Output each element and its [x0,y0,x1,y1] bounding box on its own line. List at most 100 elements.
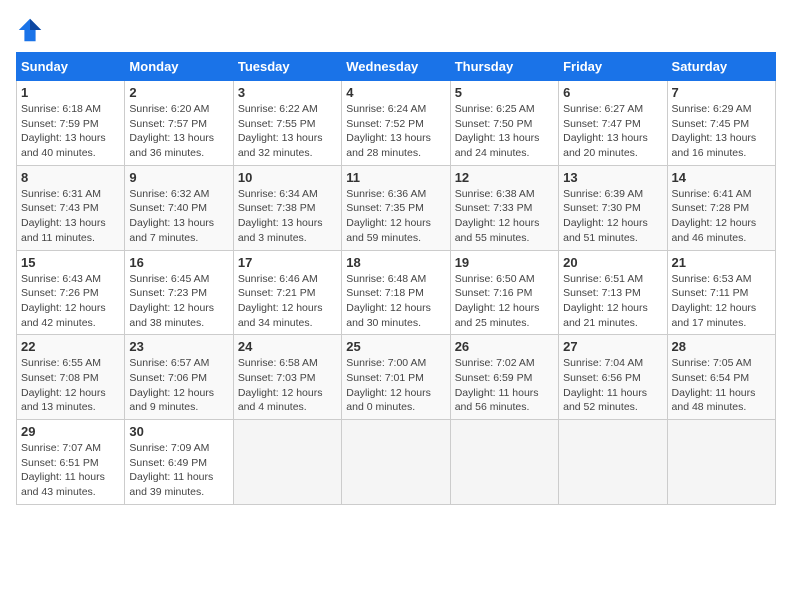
calendar-cell: 29 Sunrise: 7:07 AM Sunset: 6:51 PM Dayl… [17,420,125,505]
sunset-text: Sunset: 6:59 PM [455,371,554,386]
day-number: 2 [129,85,228,100]
day-number: 18 [346,255,445,270]
calendar-cell: 28 Sunrise: 7:05 AM Sunset: 6:54 PM Dayl… [667,335,775,420]
day-number: 30 [129,424,228,439]
calendar-cell: 7 Sunrise: 6:29 AM Sunset: 7:45 PM Dayli… [667,81,775,166]
sunset-text: Sunset: 7:30 PM [563,201,662,216]
day-number: 6 [563,85,662,100]
day-detail: Sunrise: 6:27 AM Sunset: 7:47 PM Dayligh… [563,102,662,161]
sunrise-text: Sunrise: 6:22 AM [238,102,337,117]
sunset-text: Sunset: 7:13 PM [563,286,662,301]
sunset-text: Sunset: 7:11 PM [672,286,771,301]
header-saturday: Saturday [667,53,775,81]
sunset-text: Sunset: 7:57 PM [129,117,228,132]
day-detail: Sunrise: 6:39 AM Sunset: 7:30 PM Dayligh… [563,187,662,246]
day-detail: Sunrise: 6:34 AM Sunset: 7:38 PM Dayligh… [238,187,337,246]
calendar-cell: 26 Sunrise: 7:02 AM Sunset: 6:59 PM Dayl… [450,335,558,420]
daylight-text: Daylight: 12 hours and 13 minutes. [21,386,120,415]
daylight-text: Daylight: 13 hours and 40 minutes. [21,131,120,160]
header-wednesday: Wednesday [342,53,450,81]
day-detail: Sunrise: 6:32 AM Sunset: 7:40 PM Dayligh… [129,187,228,246]
day-detail: Sunrise: 6:29 AM Sunset: 7:45 PM Dayligh… [672,102,771,161]
sunrise-text: Sunrise: 7:02 AM [455,356,554,371]
day-number: 14 [672,170,771,185]
calendar-cell: 13 Sunrise: 6:39 AM Sunset: 7:30 PM Dayl… [559,165,667,250]
sunrise-text: Sunrise: 6:45 AM [129,272,228,287]
sunset-text: Sunset: 6:54 PM [672,371,771,386]
header-thursday: Thursday [450,53,558,81]
day-detail: Sunrise: 6:24 AM Sunset: 7:52 PM Dayligh… [346,102,445,161]
sunset-text: Sunset: 6:51 PM [21,456,120,471]
sunrise-text: Sunrise: 6:31 AM [21,187,120,202]
daylight-text: Daylight: 12 hours and 21 minutes. [563,301,662,330]
day-detail: Sunrise: 7:04 AM Sunset: 6:56 PM Dayligh… [563,356,662,415]
sunset-text: Sunset: 7:21 PM [238,286,337,301]
calendar-cell: 20 Sunrise: 6:51 AM Sunset: 7:13 PM Dayl… [559,250,667,335]
day-number: 11 [346,170,445,185]
calendar-cell: 3 Sunrise: 6:22 AM Sunset: 7:55 PM Dayli… [233,81,341,166]
day-number: 13 [563,170,662,185]
day-detail: Sunrise: 6:43 AM Sunset: 7:26 PM Dayligh… [21,272,120,331]
calendar-cell: 9 Sunrise: 6:32 AM Sunset: 7:40 PM Dayli… [125,165,233,250]
sunrise-text: Sunrise: 6:36 AM [346,187,445,202]
calendar-cell [233,420,341,505]
sunset-text: Sunset: 7:26 PM [21,286,120,301]
day-number: 19 [455,255,554,270]
calendar-cell: 1 Sunrise: 6:18 AM Sunset: 7:59 PM Dayli… [17,81,125,166]
day-detail: Sunrise: 7:09 AM Sunset: 6:49 PM Dayligh… [129,441,228,500]
daylight-text: Daylight: 12 hours and 9 minutes. [129,386,228,415]
daylight-text: Daylight: 12 hours and 38 minutes. [129,301,228,330]
calendar-cell: 21 Sunrise: 6:53 AM Sunset: 7:11 PM Dayl… [667,250,775,335]
sunset-text: Sunset: 7:40 PM [129,201,228,216]
sunset-text: Sunset: 7:16 PM [455,286,554,301]
sunrise-text: Sunrise: 7:07 AM [21,441,120,456]
day-number: 4 [346,85,445,100]
calendar-cell: 17 Sunrise: 6:46 AM Sunset: 7:21 PM Dayl… [233,250,341,335]
daylight-text: Daylight: 13 hours and 32 minutes. [238,131,337,160]
calendar-cell: 11 Sunrise: 6:36 AM Sunset: 7:35 PM Dayl… [342,165,450,250]
week-row-3: 15 Sunrise: 6:43 AM Sunset: 7:26 PM Dayl… [17,250,776,335]
daylight-text: Daylight: 11 hours and 48 minutes. [672,386,771,415]
day-detail: Sunrise: 6:48 AM Sunset: 7:18 PM Dayligh… [346,272,445,331]
daylight-text: Daylight: 12 hours and 59 minutes. [346,216,445,245]
calendar-cell: 10 Sunrise: 6:34 AM Sunset: 7:38 PM Dayl… [233,165,341,250]
day-detail: Sunrise: 6:20 AM Sunset: 7:57 PM Dayligh… [129,102,228,161]
sunrise-text: Sunrise: 7:05 AM [672,356,771,371]
sunset-text: Sunset: 7:47 PM [563,117,662,132]
sunset-text: Sunset: 7:35 PM [346,201,445,216]
daylight-text: Daylight: 13 hours and 24 minutes. [455,131,554,160]
sunset-text: Sunset: 7:06 PM [129,371,228,386]
daylight-text: Daylight: 13 hours and 36 minutes. [129,131,228,160]
sunset-text: Sunset: 7:45 PM [672,117,771,132]
day-detail: Sunrise: 6:46 AM Sunset: 7:21 PM Dayligh… [238,272,337,331]
daylight-text: Daylight: 12 hours and 46 minutes. [672,216,771,245]
sunrise-text: Sunrise: 6:18 AM [21,102,120,117]
calendar-cell [559,420,667,505]
sunrise-text: Sunrise: 6:27 AM [563,102,662,117]
day-detail: Sunrise: 6:38 AM Sunset: 7:33 PM Dayligh… [455,187,554,246]
sunset-text: Sunset: 7:28 PM [672,201,771,216]
day-number: 8 [21,170,120,185]
logo [16,16,48,44]
day-detail: Sunrise: 6:22 AM Sunset: 7:55 PM Dayligh… [238,102,337,161]
week-row-5: 29 Sunrise: 7:07 AM Sunset: 6:51 PM Dayl… [17,420,776,505]
header-friday: Friday [559,53,667,81]
header-sunday: Sunday [17,53,125,81]
calendar-cell: 16 Sunrise: 6:45 AM Sunset: 7:23 PM Dayl… [125,250,233,335]
day-detail: Sunrise: 6:58 AM Sunset: 7:03 PM Dayligh… [238,356,337,415]
sunrise-text: Sunrise: 6:48 AM [346,272,445,287]
sunrise-text: Sunrise: 6:55 AM [21,356,120,371]
sunrise-text: Sunrise: 6:50 AM [455,272,554,287]
day-detail: Sunrise: 6:51 AM Sunset: 7:13 PM Dayligh… [563,272,662,331]
sunset-text: Sunset: 6:49 PM [129,456,228,471]
sunset-text: Sunset: 7:55 PM [238,117,337,132]
daylight-text: Daylight: 12 hours and 55 minutes. [455,216,554,245]
daylight-text: Daylight: 12 hours and 34 minutes. [238,301,337,330]
week-row-1: 1 Sunrise: 6:18 AM Sunset: 7:59 PM Dayli… [17,81,776,166]
page-header [16,16,776,44]
day-detail: Sunrise: 6:50 AM Sunset: 7:16 PM Dayligh… [455,272,554,331]
sunset-text: Sunset: 7:59 PM [21,117,120,132]
sunrise-text: Sunrise: 6:25 AM [455,102,554,117]
sunset-text: Sunset: 7:33 PM [455,201,554,216]
day-detail: Sunrise: 6:55 AM Sunset: 7:08 PM Dayligh… [21,356,120,415]
